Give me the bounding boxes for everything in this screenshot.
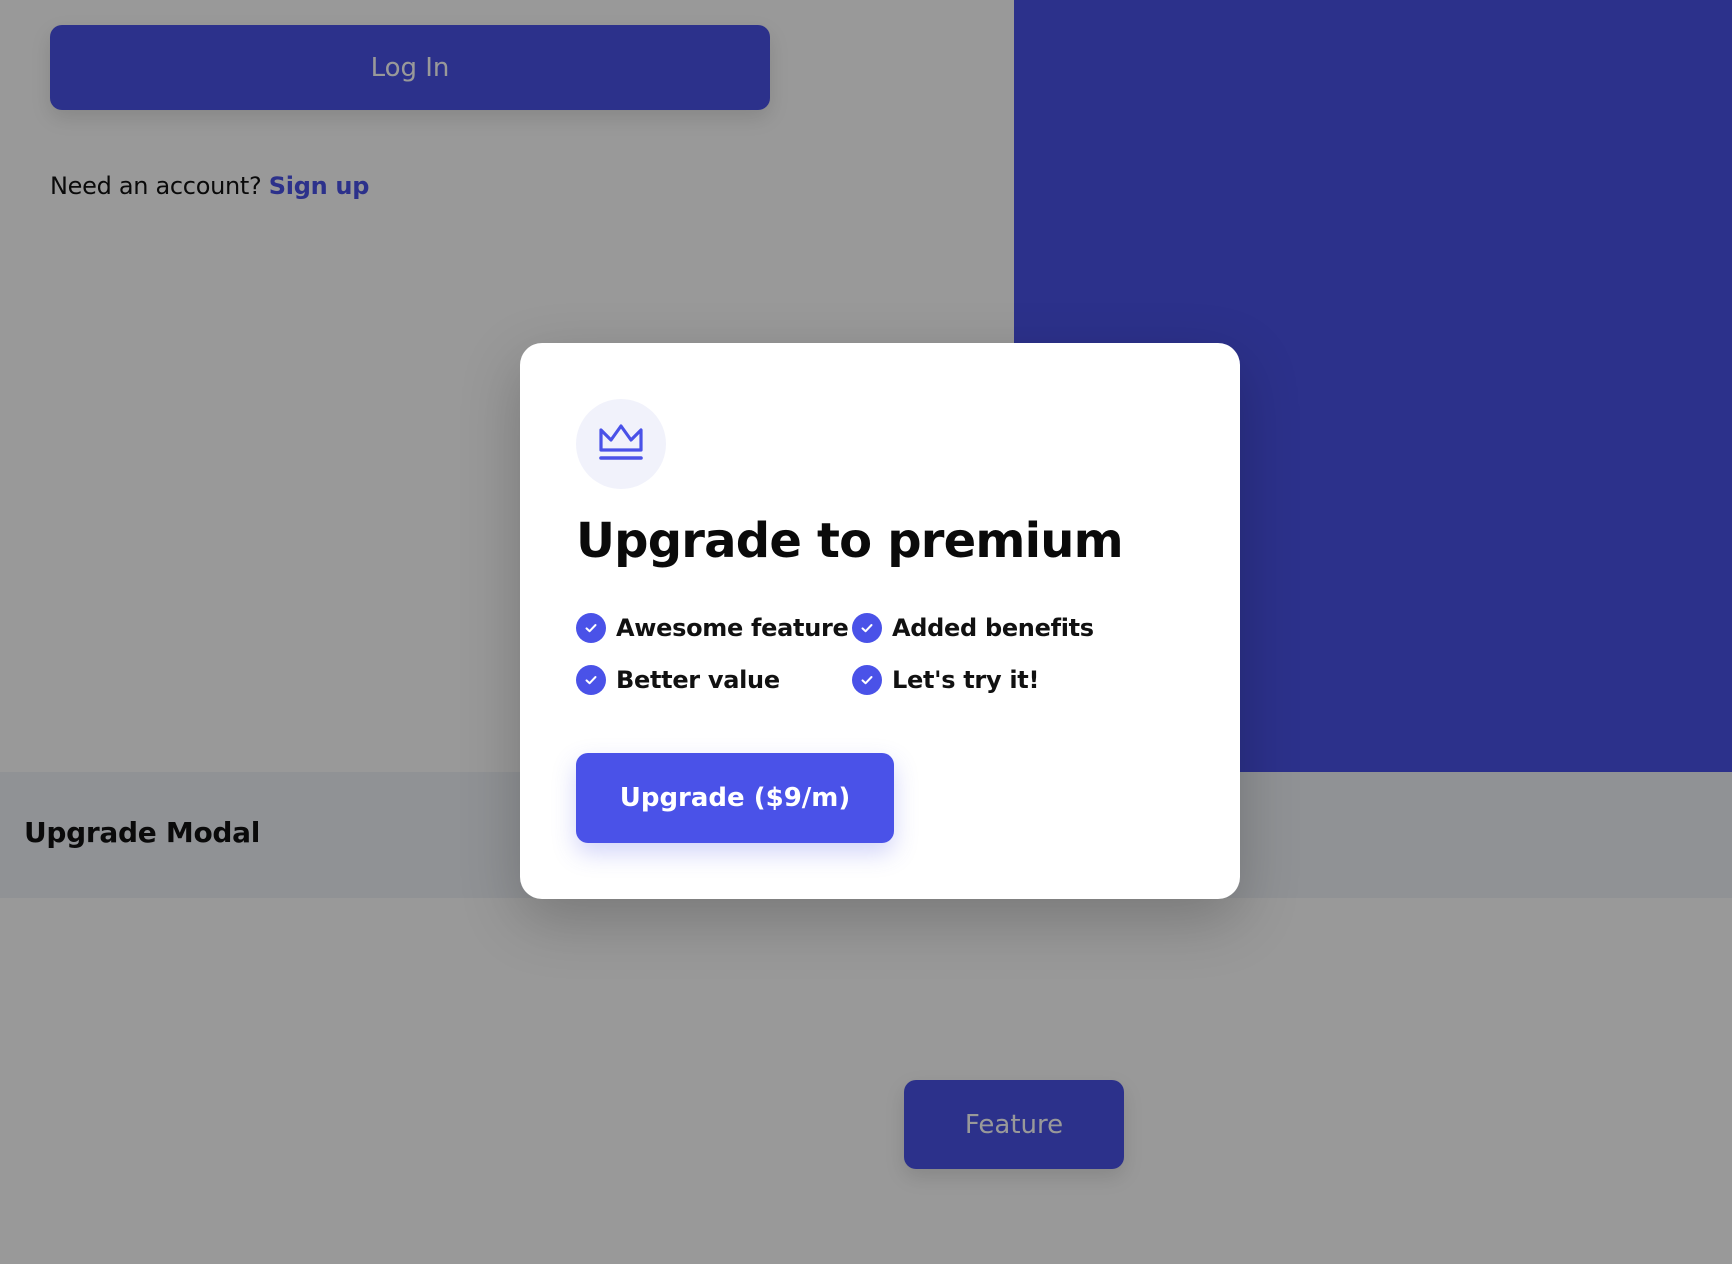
feature-label: Added benefits <box>892 614 1094 642</box>
upgrade-button[interactable]: Upgrade ($9/m) <box>576 753 894 843</box>
crown-icon <box>599 424 643 460</box>
feature-item: Let's try it! <box>852 665 1128 695</box>
feature-label: Awesome feature <box>616 614 849 642</box>
feature-item: Better value <box>576 665 852 695</box>
check-circle-icon <box>576 613 606 643</box>
page: Log In Need an account? Sign up Upgrade … <box>0 0 1732 1264</box>
crown-icon-badge <box>576 399 666 489</box>
upgrade-modal: Upgrade to premium Awesome feature Added… <box>520 343 1240 899</box>
check-circle-icon <box>852 665 882 695</box>
feature-list: Awesome feature Added benefits Better va… <box>576 613 1136 695</box>
feature-item: Awesome feature <box>576 613 852 643</box>
check-circle-icon <box>852 613 882 643</box>
check-circle-icon <box>576 665 606 695</box>
feature-label: Let's try it! <box>892 666 1040 694</box>
modal-title: Upgrade to premium <box>576 513 1124 569</box>
feature-label: Better value <box>616 666 780 694</box>
feature-item: Added benefits <box>852 613 1128 643</box>
